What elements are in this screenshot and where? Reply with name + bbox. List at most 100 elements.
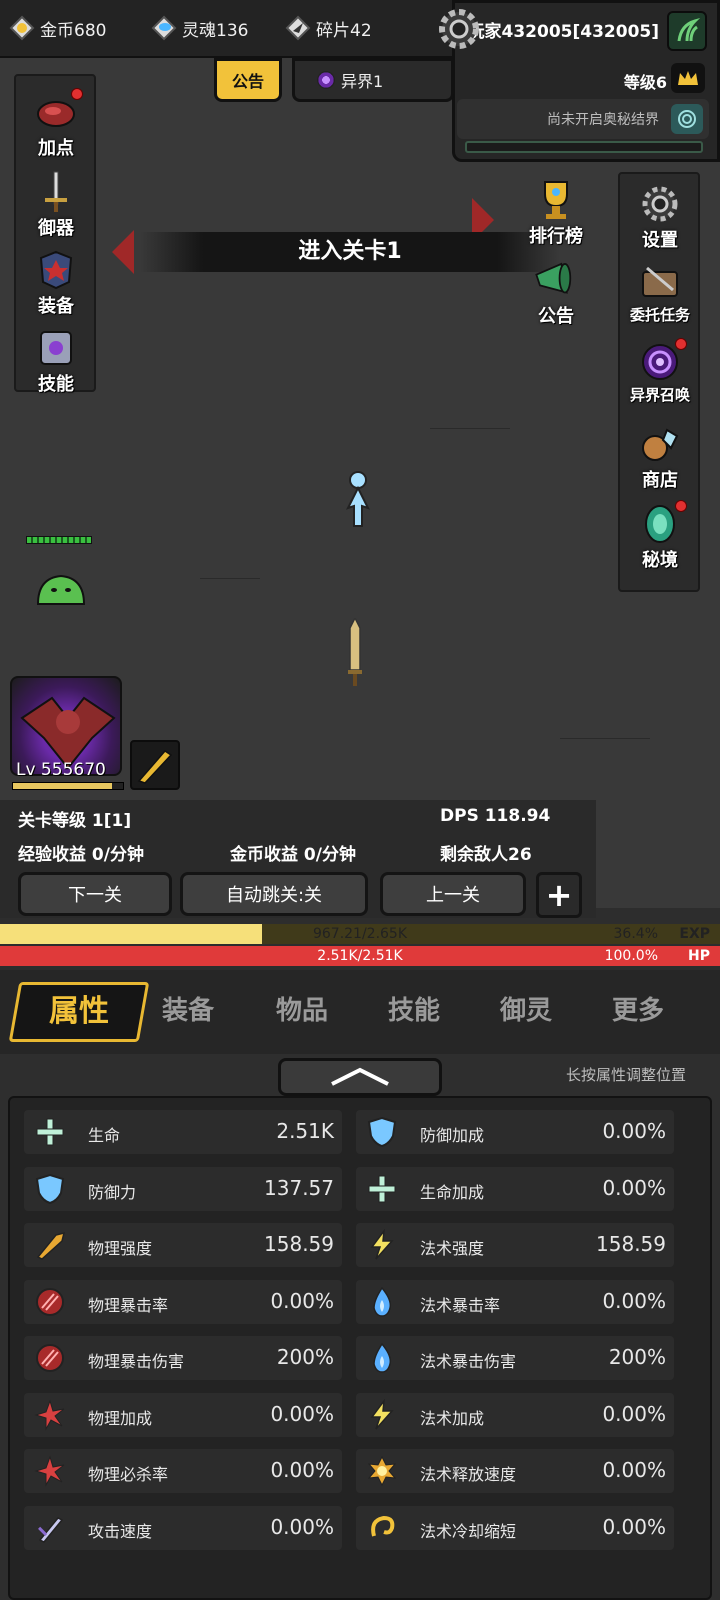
attribute-row[interactable]: 物理暴击率 0.00% (24, 1279, 342, 1324)
attribute-value: 158.59 (264, 1232, 334, 1256)
attribute-name: 物理强度 (88, 1239, 153, 1258)
claw-icon (32, 1340, 68, 1376)
flying-sword-icon (348, 616, 362, 692)
attribute-row[interactable]: 防御加成 0.00% (356, 1110, 674, 1154)
notification-dot (675, 338, 687, 350)
auto-skip-button[interactable]: 自动跳关:关 (180, 872, 368, 916)
attribute-name: 物理暴击伤害 (88, 1352, 185, 1371)
crown-icon (671, 63, 705, 93)
tab-items[interactable]: 物品 (276, 990, 328, 1027)
sun-icon (364, 1453, 400, 1489)
attribute-row[interactable]: 物理强度 158.59 (24, 1223, 342, 1267)
tab-equipment[interactable]: 装备 (162, 990, 214, 1027)
attribute-row[interactable]: 法术强度 158.59 (356, 1223, 674, 1267)
gold-coin-icon (8, 14, 36, 42)
attribute-row[interactable]: 法术冷却缩短 0.00% (356, 1505, 674, 1550)
ranking-button[interactable]: 排行榜 (516, 178, 596, 248)
prev-stage-arrow[interactable] (112, 230, 134, 274)
megaphone-icon (531, 258, 581, 302)
tab-attributes[interactable]: 属性 (8, 982, 150, 1042)
slime-enemy (34, 572, 88, 612)
tab-world[interactable]: 异界1 (292, 58, 454, 102)
collapse-button[interactable] (278, 1058, 442, 1096)
attribute-row[interactable]: 法术释放速度 0.00% (356, 1449, 674, 1493)
menu-label: 御器 (38, 218, 74, 239)
notice-horn-button[interactable]: 公告 (516, 258, 596, 328)
burst-icon (32, 1453, 68, 1489)
next-stage-button[interactable]: 下一关 (18, 872, 172, 916)
attribute-row[interactable]: 生命 2.51K (24, 1110, 342, 1154)
menu-label: 设置 (642, 230, 678, 251)
portal-icon (635, 338, 687, 384)
tab-skills[interactable]: 技能 (388, 990, 440, 1027)
gear-icon[interactable] (434, 4, 484, 54)
attribute-row[interactable]: 攻击速度 0.00% (24, 1505, 342, 1550)
attribute-value: 0.00% (270, 1401, 334, 1426)
menu-secret-realm[interactable]: 秘境 (620, 500, 700, 572)
menu-label: 商店 (642, 470, 678, 491)
next-stage-label: 下一关 (68, 885, 122, 906)
menu-commission[interactable]: 委托任务 (620, 260, 700, 325)
menu-skills[interactable]: 技能 (16, 326, 96, 396)
menu-label: 加点 (38, 138, 74, 159)
menu-label: 异界召唤 (629, 386, 690, 404)
lightning-icon (364, 1227, 400, 1263)
prev-stage-button[interactable]: 上一关 (380, 872, 526, 916)
tab-notice-label: 公告 (231, 72, 264, 91)
menu-equipment[interactable]: 装备 (16, 248, 96, 318)
attribute-name: 法术暴击率 (420, 1295, 501, 1315)
weapon-slot[interactable] (130, 740, 180, 790)
player-name: 玩家432005[432005] (467, 22, 659, 42)
attribute-value: 0.00% (602, 1401, 666, 1426)
attribute-value: 158.59 (596, 1232, 666, 1256)
ground-crack (560, 738, 650, 739)
attribute-value: 200% (608, 1345, 666, 1369)
menu-label: 装备 (38, 296, 74, 317)
plus-icon (364, 1171, 400, 1207)
attribute-name: 法术冷却缩短 (420, 1521, 517, 1541)
attribute-value: 0.00% (270, 1514, 334, 1539)
attribute-name: 防御力 (88, 1182, 137, 1202)
secret-realm-status[interactable]: 尚未开启奥秘结界 (457, 99, 709, 139)
attribute-row[interactable]: 法术暴击伤害 200% (356, 1336, 674, 1380)
tab-more[interactable]: 更多 (612, 990, 664, 1027)
burst-icon (32, 1397, 68, 1433)
attribute-value: 0.00% (602, 1119, 666, 1143)
attribute-row[interactable]: 物理暴击伤害 200% (24, 1336, 342, 1380)
hp-bar: 2.51K/2.51K 100.0% HP (0, 946, 720, 966)
shield-icon (32, 1171, 68, 1207)
attribute-value: 0.00% (270, 1288, 334, 1313)
attribute-name: 物理必杀率 (88, 1465, 169, 1484)
menu-shop[interactable]: 商店 (620, 422, 700, 492)
menu-settings[interactable]: 设置 (620, 182, 700, 252)
auto-skip-label: 自动跳关:关 (225, 885, 323, 906)
attribute-value: 137.57 (264, 1175, 334, 1200)
menu-add-points[interactable]: 加点 (16, 88, 96, 160)
menu-artifact[interactable]: 御器 (16, 170, 96, 240)
attribute-name: 生命加成 (420, 1182, 485, 1202)
player-badge-icon[interactable] (667, 11, 707, 51)
stage-banner: 进入关卡1 (140, 232, 560, 272)
menu-label: 技能 (38, 374, 74, 395)
gold-income: 金币收益 0/分钟 (230, 845, 356, 865)
shard-icon (284, 14, 312, 42)
sword-icon (32, 1510, 68, 1546)
attribute-row[interactable]: 法术暴击率 0.00% (356, 1279, 674, 1324)
menu-summon[interactable]: 异界召唤 (620, 338, 700, 405)
attribute-row[interactable]: 生命加成 0.00% (356, 1166, 674, 1211)
attribute-row[interactable]: 法术加成 0.00% (356, 1392, 674, 1437)
tab-spirits[interactable]: 御灵 (500, 990, 552, 1027)
hero-xp-bar (12, 782, 124, 790)
tab-notice[interactable]: 公告 (214, 58, 282, 102)
plus-button[interactable]: + (536, 872, 582, 918)
sword-icon (31, 170, 81, 214)
swirl-icon (671, 104, 703, 134)
attribute-value: 0.00% (602, 1514, 666, 1539)
soul-icon (150, 14, 178, 42)
exp-income: 经验收益 0/分钟 (18, 845, 144, 865)
attribute-row[interactable]: 物理加成 0.00% (24, 1392, 342, 1437)
attribute-row[interactable]: 防御力 137.57 (24, 1166, 342, 1211)
shard-text: 碎片42 (316, 20, 372, 41)
attribute-value: 0.00% (602, 1288, 666, 1313)
attribute-row[interactable]: 物理必杀率 0.00% (24, 1449, 342, 1493)
